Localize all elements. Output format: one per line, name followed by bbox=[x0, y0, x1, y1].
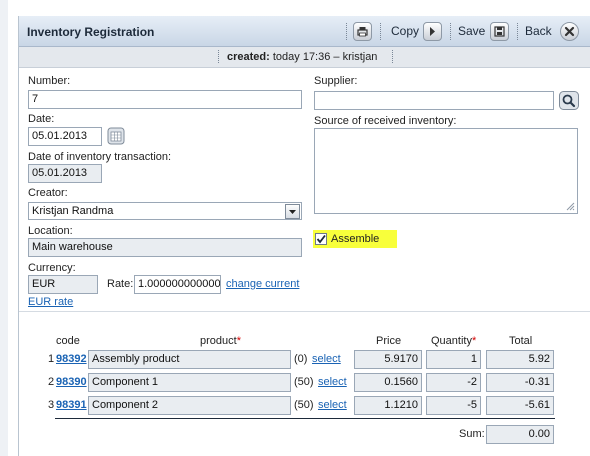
created-label: created: bbox=[227, 51, 270, 63]
total-field: -0.31 bbox=[486, 373, 554, 392]
created-value: today 17:36 – kristjan bbox=[272, 51, 378, 63]
total-field: -5.61 bbox=[486, 396, 554, 415]
creator-select[interactable]: Kristjan Randma bbox=[28, 202, 302, 220]
eur-rate-link[interactable]: EUR rate bbox=[28, 296, 73, 308]
resize-grip-icon[interactable] bbox=[565, 201, 575, 211]
left-edge-strip bbox=[0, 0, 8, 456]
source-label: Source of received inventory: bbox=[314, 115, 457, 127]
price-field[interactable]: 5.9170 bbox=[354, 350, 422, 369]
price-field[interactable]: 1.1210 bbox=[354, 396, 422, 415]
search-icon bbox=[559, 91, 579, 110]
product-code-link[interactable]: 98391 bbox=[56, 399, 87, 411]
sum-label: Sum: bbox=[459, 428, 485, 440]
column-header-quantity: Quantity* bbox=[431, 335, 476, 347]
creator-label: Creator: bbox=[28, 187, 68, 199]
date-input[interactable]: 05.01.2013 bbox=[28, 127, 102, 146]
supplier-search-button[interactable] bbox=[559, 91, 579, 113]
toolbar-separator bbox=[450, 23, 451, 40]
date-label: Date: bbox=[28, 113, 55, 125]
rate-input[interactable]: 1.000000000000 bbox=[134, 275, 221, 294]
checkmark-icon bbox=[316, 234, 326, 244]
assemble-label[interactable]: Assemble bbox=[331, 233, 379, 245]
created-separator bbox=[392, 50, 393, 63]
sum-field: 0.00 bbox=[486, 425, 554, 444]
product-name-field[interactable]: Component 1 bbox=[88, 373, 291, 392]
transaction-date-input[interactable]: 05.01.2013 bbox=[28, 164, 102, 183]
quantity-field[interactable]: -2 bbox=[426, 373, 481, 392]
save-button-label[interactable]: Save bbox=[458, 24, 485, 38]
product-name-field[interactable]: Assembly product bbox=[88, 350, 291, 369]
change-current-link[interactable]: change current bbox=[226, 278, 299, 290]
currency-input[interactable]: EUR bbox=[28, 275, 98, 294]
column-header-code: code bbox=[56, 335, 80, 347]
row-number: 1 bbox=[48, 353, 55, 365]
number-label: Number: bbox=[28, 75, 71, 87]
copy-button-label[interactable]: Copy bbox=[391, 24, 419, 38]
column-header-product: product* bbox=[200, 335, 241, 347]
inventory-registration-panel: Inventory Registration Copy Save Back cr… bbox=[18, 16, 590, 456]
assemble-checkbox[interactable] bbox=[315, 233, 327, 245]
column-header-product-label: product bbox=[200, 335, 237, 347]
copy-button[interactable] bbox=[423, 22, 442, 41]
quantity-field[interactable]: 1 bbox=[426, 350, 481, 369]
toolbar-separator bbox=[346, 23, 347, 40]
source-textarea[interactable] bbox=[314, 128, 578, 214]
back-button-label[interactable]: Back bbox=[525, 24, 552, 38]
table-bottom-rule bbox=[55, 418, 555, 419]
currency-label: Currency: bbox=[28, 262, 76, 274]
price-field[interactable]: 0.1560 bbox=[354, 373, 422, 392]
save-disk-icon bbox=[494, 26, 505, 37]
header-bar: Inventory Registration Copy Save Back bbox=[19, 16, 590, 47]
required-mark: * bbox=[236, 335, 241, 347]
created-info: created: today 17:36 – kristjan bbox=[227, 51, 377, 63]
supplier-input[interactable] bbox=[314, 91, 554, 110]
select-product-link[interactable]: select bbox=[312, 353, 341, 365]
page-title: Inventory Registration bbox=[27, 25, 155, 39]
product-name-field[interactable]: Component 2 bbox=[88, 396, 291, 415]
print-icon bbox=[357, 27, 368, 37]
total-field: 5.92 bbox=[486, 350, 554, 369]
rate-label: Rate: bbox=[107, 278, 134, 290]
created-info-bar: created: today 17:36 – kristjan bbox=[19, 47, 590, 68]
close-x-icon bbox=[564, 26, 575, 37]
product-code-link[interactable]: 98392 bbox=[56, 353, 87, 365]
creator-dropdown-button[interactable] bbox=[285, 204, 300, 219]
transaction-date-label: Date of inventory transaction: bbox=[28, 151, 172, 163]
column-header-quantity-label: Quantity bbox=[431, 335, 472, 347]
required-mark: * bbox=[471, 335, 477, 347]
copy-arrow-icon bbox=[430, 27, 435, 36]
quantity-field[interactable]: -5 bbox=[426, 396, 481, 415]
location-input[interactable]: Main warehouse bbox=[28, 238, 302, 257]
print-button[interactable] bbox=[353, 22, 372, 41]
number-input[interactable]: 7 bbox=[28, 90, 302, 109]
toolbar-separator bbox=[517, 23, 518, 40]
chevron-down-icon bbox=[289, 210, 296, 214]
select-product-link[interactable]: select bbox=[318, 399, 347, 411]
back-close-button[interactable] bbox=[560, 22, 579, 41]
toolbar-separator bbox=[380, 23, 381, 40]
save-button[interactable] bbox=[490, 22, 509, 41]
section-divider bbox=[19, 311, 590, 312]
calendar-button[interactable] bbox=[107, 127, 125, 148]
stock-count: (0) bbox=[294, 353, 308, 365]
location-label: Location: bbox=[28, 225, 73, 237]
select-product-link[interactable]: select bbox=[318, 376, 347, 388]
row-number: 3 bbox=[48, 399, 55, 411]
created-separator bbox=[218, 50, 219, 63]
creator-select-value: Kristjan Randma bbox=[32, 205, 114, 217]
column-header-total: Total bbox=[509, 335, 533, 347]
row-number: 2 bbox=[48, 376, 55, 388]
column-header-price: Price bbox=[376, 335, 402, 347]
supplier-label: Supplier: bbox=[314, 75, 358, 87]
calendar-icon bbox=[107, 127, 125, 145]
stock-count: (50) bbox=[294, 376, 314, 388]
stock-count: (50) bbox=[294, 399, 314, 411]
product-code-link[interactable]: 98390 bbox=[56, 376, 87, 388]
